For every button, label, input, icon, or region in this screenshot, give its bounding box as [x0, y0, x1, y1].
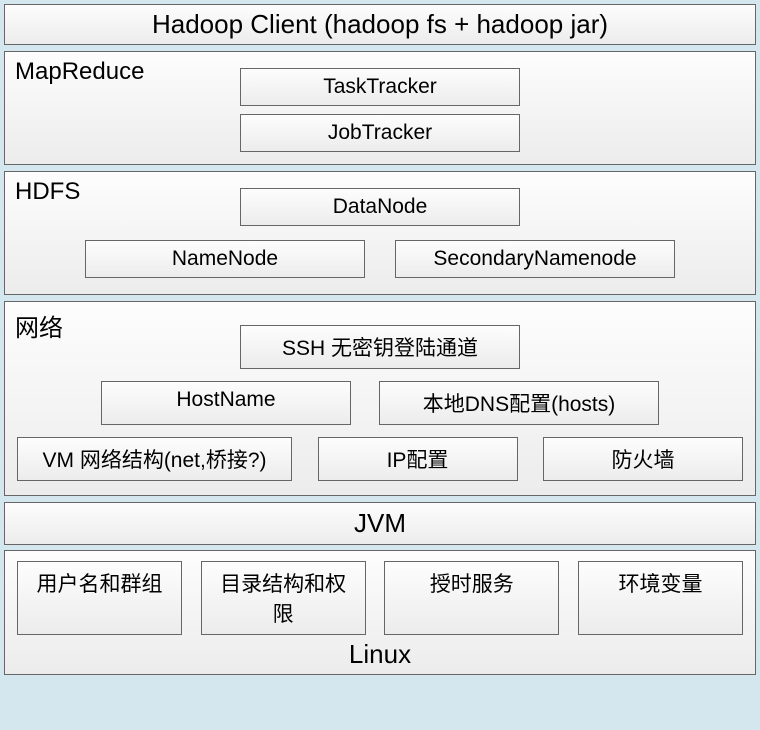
secondarynamenode-box: SecondaryNamenode — [395, 240, 675, 278]
tasktracker-box: TaskTracker — [240, 68, 520, 106]
hostname-box: HostName — [101, 381, 351, 425]
header-title: Hadoop Client (hadoop fs + hadoop jar) — [152, 9, 608, 39]
jobtracker-box: JobTracker — [240, 114, 520, 152]
time-service-box: 授时服务 — [384, 561, 559, 635]
dns-box: 本地DNS配置(hosts) — [379, 381, 659, 425]
vm-network-box: VM 网络结构(net,桥接?) — [17, 437, 292, 481]
linux-label: Linux — [17, 639, 743, 670]
hdfs-section: HDFS DataNode NameNode SecondaryNamenode — [4, 171, 756, 295]
ip-config-box: IP配置 — [318, 437, 518, 481]
network-section: 网络 SSH 无密钥登陆通道 HostName 本地DNS配置(hosts) V… — [4, 301, 756, 496]
namenode-box: NameNode — [85, 240, 365, 278]
hadoop-client-header: Hadoop Client (hadoop fs + hadoop jar) — [4, 4, 756, 45]
jvm-section: JVM — [4, 502, 756, 545]
user-group-box: 用户名和群组 — [17, 561, 182, 635]
ssh-box: SSH 无密钥登陆通道 — [240, 325, 520, 369]
dir-perm-box: 目录结构和权限 — [201, 561, 366, 635]
linux-section: 用户名和群组 目录结构和权限 授时服务 环境变量 Linux — [4, 550, 756, 675]
datanode-box: DataNode — [240, 188, 520, 226]
env-var-box: 环境变量 — [578, 561, 743, 635]
jvm-label: JVM — [354, 508, 406, 538]
firewall-box: 防火墙 — [543, 437, 743, 481]
mapreduce-section: MapReduce TaskTracker JobTracker — [4, 51, 756, 165]
